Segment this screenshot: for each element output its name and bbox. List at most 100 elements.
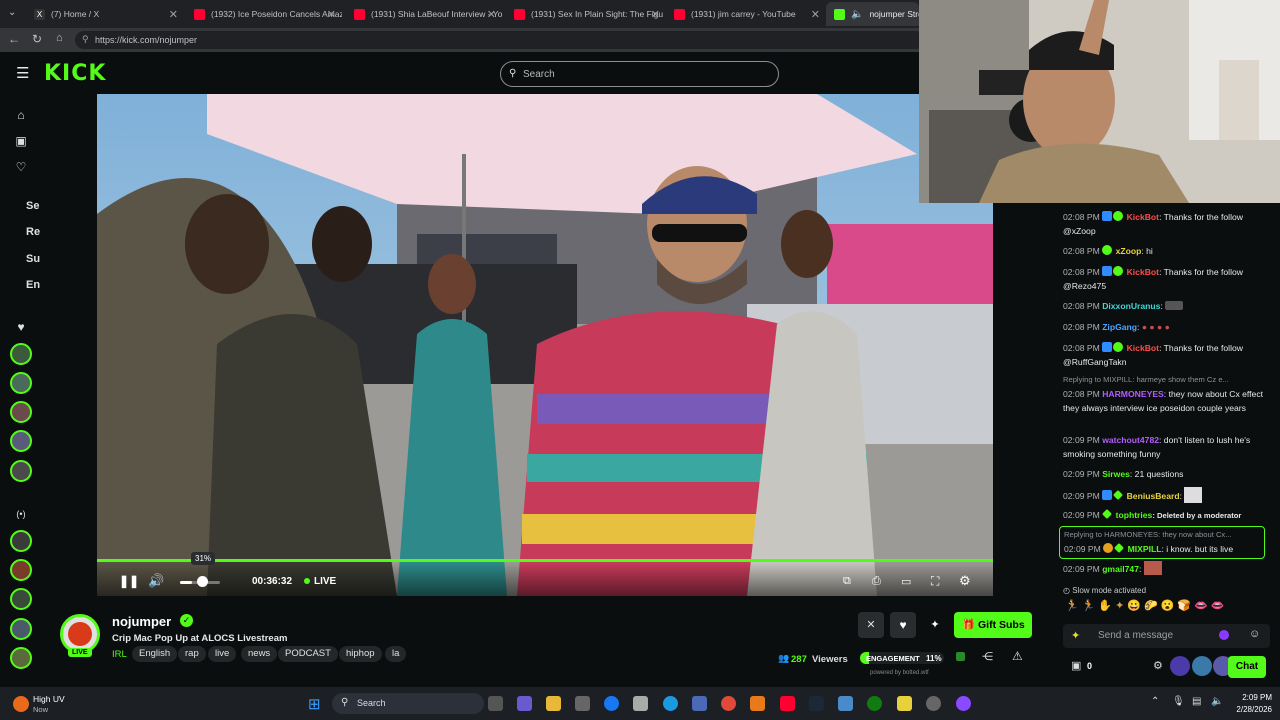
chat-username[interactable]: gmail747 <box>1102 564 1139 574</box>
sparkle-icon[interactable]: ✦ <box>1071 629 1080 642</box>
emoji-icon[interactable]: ☺ <box>1249 628 1260 640</box>
chat-username[interactable]: tophtries <box>1116 510 1153 520</box>
gift-subs-button[interactable]: 🎁 Gift Subs <box>954 612 1032 638</box>
category-link[interactable]: IRL <box>112 649 127 660</box>
sidebar-item-label[interactable]: Re <box>26 226 40 238</box>
chat-username[interactable]: MIXPILL <box>1128 544 1162 554</box>
followed-channel-avatar[interactable] <box>10 372 32 394</box>
url-field[interactable]: ⚲ https://kick.com/nojumper <box>75 31 925 49</box>
channel-name[interactable]: nojumper <box>112 614 171 629</box>
tag-chip[interactable]: English <box>132 646 178 662</box>
copilot-icon[interactable] <box>517 696 532 711</box>
recommended-channel-avatar[interactable] <box>10 618 32 640</box>
close-icon[interactable]: ✕ <box>487 8 496 21</box>
store-icon[interactable] <box>575 696 590 711</box>
clock-time[interactable]: 2:09 PM <box>1232 693 1272 702</box>
tab-youtube-2[interactable]: (1931) Shia LaBeouf Interview - Yo ✕ <box>346 2 502 26</box>
fullscreen-icon[interactable]: ⛶ <box>931 574 939 589</box>
back-icon[interactable]: ← <box>8 32 20 46</box>
notes-icon[interactable] <box>897 696 912 711</box>
boost-button[interactable]: ✦ <box>922 612 948 638</box>
miniplayer-icon[interactable]: ⧉ <box>843 575 851 588</box>
facebook-icon[interactable] <box>604 696 619 711</box>
network-icon[interactable]: ▤ <box>1192 696 1201 707</box>
tag-chip[interactable]: PODCAST <box>278 646 338 662</box>
reply-context[interactable]: Replying to HARMONEYES: they now about C… <box>1064 528 1260 542</box>
emote-bar[interactable]: 🏃🏃✋✦😀🌮😮🍞👄👄 <box>1065 599 1275 617</box>
weather-title[interactable]: High UV <box>33 694 65 704</box>
report-icon[interactable]: ⚠ <box>1012 649 1023 663</box>
mute-notifications-button[interactable]: ✕ <box>858 612 884 638</box>
chat-username[interactable]: xZoop <box>1116 246 1142 256</box>
home-icon[interactable]: ⌂ <box>56 32 63 44</box>
menu-icon[interactable]: ☰ <box>16 64 29 82</box>
pause-icon[interactable]: ❚❚ <box>119 574 139 588</box>
video-player[interactable] <box>97 94 993 596</box>
tag-chip[interactable]: hiphop <box>339 646 382 662</box>
recommended-channel-avatar[interactable] <box>10 647 32 669</box>
live-label[interactable]: LIVE <box>314 576 336 587</box>
extension-icon[interactable] <box>956 652 965 661</box>
kick-points-icon[interactable] <box>1219 630 1229 640</box>
tab-youtube-1[interactable]: (1932) Ice Poseidon Cancels Amaz ✕ <box>186 2 342 26</box>
microphone-icon[interactable]: 🎙 <box>1172 696 1185 707</box>
tab-youtube-3[interactable]: (1931) Sex In Plain Sight: The Figu ✕ <box>506 2 666 26</box>
tab-kick-nojumper[interactable]: 🔈 nojumper Stream <box>826 2 919 26</box>
app-icon[interactable] <box>956 696 971 711</box>
follow-button[interactable]: ♥ <box>890 612 916 638</box>
home-icon[interactable]: ⌂ <box>13 108 29 124</box>
xbox-icon[interactable] <box>867 696 882 711</box>
chat-username[interactable]: HARMONEYES <box>1102 389 1164 399</box>
tab-x-home[interactable]: X (7) Home / X ✕ <box>26 2 184 26</box>
settings-gear-icon[interactable]: ⚙ <box>959 573 971 589</box>
chat-message-input[interactable]: ✦ Send a message ☺ <box>1063 624 1270 648</box>
following-heart-icon[interactable]: ♡ <box>13 160 29 176</box>
site-info-icon[interactable]: ⚲ <box>82 34 89 45</box>
chat-settings-gear-icon[interactable]: ⚙ <box>1153 659 1163 672</box>
followed-channel-avatar[interactable] <box>10 430 32 452</box>
followed-channel-avatar[interactable] <box>10 460 32 482</box>
tag-chip[interactable]: rap <box>178 646 206 662</box>
chat-username[interactable]: watchout4782 <box>1102 435 1159 445</box>
reload-icon[interactable]: ↻ <box>32 32 42 46</box>
youtube-icon[interactable] <box>780 696 795 711</box>
weather-icon[interactable] <box>13 696 29 712</box>
vlc-icon[interactable] <box>750 696 765 711</box>
edge-icon[interactable] <box>663 696 678 711</box>
steam-icon[interactable] <box>809 696 824 711</box>
extension-ttv-icon[interactable] <box>1170 656 1190 676</box>
tab-youtube-4[interactable]: (1931) jim carrey - YouTube ✕ <box>666 2 826 26</box>
chat-username[interactable]: Sirwes <box>1102 469 1130 479</box>
sidebar-item-label[interactable]: Su <box>26 253 40 265</box>
reply-context[interactable]: Replying to MIXPILL: harmeye show them C… <box>1063 373 1275 387</box>
share-icon[interactable]: ⋲ <box>982 650 993 663</box>
chat-username[interactable]: DixxonUranus <box>1102 301 1160 311</box>
tag-chip[interactable]: la <box>385 646 407 662</box>
tag-chip[interactable]: live <box>208 646 237 662</box>
close-icon[interactable]: ✕ <box>169 8 178 21</box>
search-input[interactable]: ⚲ Search <box>500 61 779 87</box>
amazon-icon[interactable] <box>633 696 648 711</box>
clip-icon[interactable]: ⎙ <box>872 575 881 588</box>
chat-send-button[interactable]: Chat <box>1228 656 1266 678</box>
taskbar-search[interactable]: ⚲ Search <box>332 693 484 714</box>
close-icon[interactable]: ✕ <box>811 8 820 21</box>
calculator-icon[interactable] <box>692 696 707 711</box>
tab-search-icon[interactable]: ⌄ <box>8 7 16 18</box>
chrome-icon[interactable] <box>721 696 736 711</box>
sidebar-item-label[interactable]: Se <box>26 200 39 212</box>
recommended-channel-avatar[interactable] <box>10 530 32 552</box>
theater-mode-icon[interactable]: ▭ <box>901 575 911 588</box>
gif-icon[interactable] <box>1192 656 1212 676</box>
chat-username[interactable]: ZipGang <box>1102 322 1137 332</box>
chat-username[interactable]: KickBot <box>1127 267 1159 277</box>
browse-icon[interactable]: ▣ <box>13 134 29 150</box>
clock-date[interactable]: 2/28/2026 <box>1226 705 1272 714</box>
volume-icon[interactable]: 🔊 <box>148 573 164 589</box>
chat-username[interactable]: BeniusBeard <box>1127 491 1180 501</box>
windows-start-icon[interactable]: ⊞ <box>308 695 321 713</box>
close-icon[interactable]: ✕ <box>651 8 660 21</box>
sidebar-item-label[interactable]: En <box>26 279 40 291</box>
task-view-icon[interactable] <box>488 696 503 711</box>
close-icon[interactable]: ✕ <box>327 8 336 21</box>
